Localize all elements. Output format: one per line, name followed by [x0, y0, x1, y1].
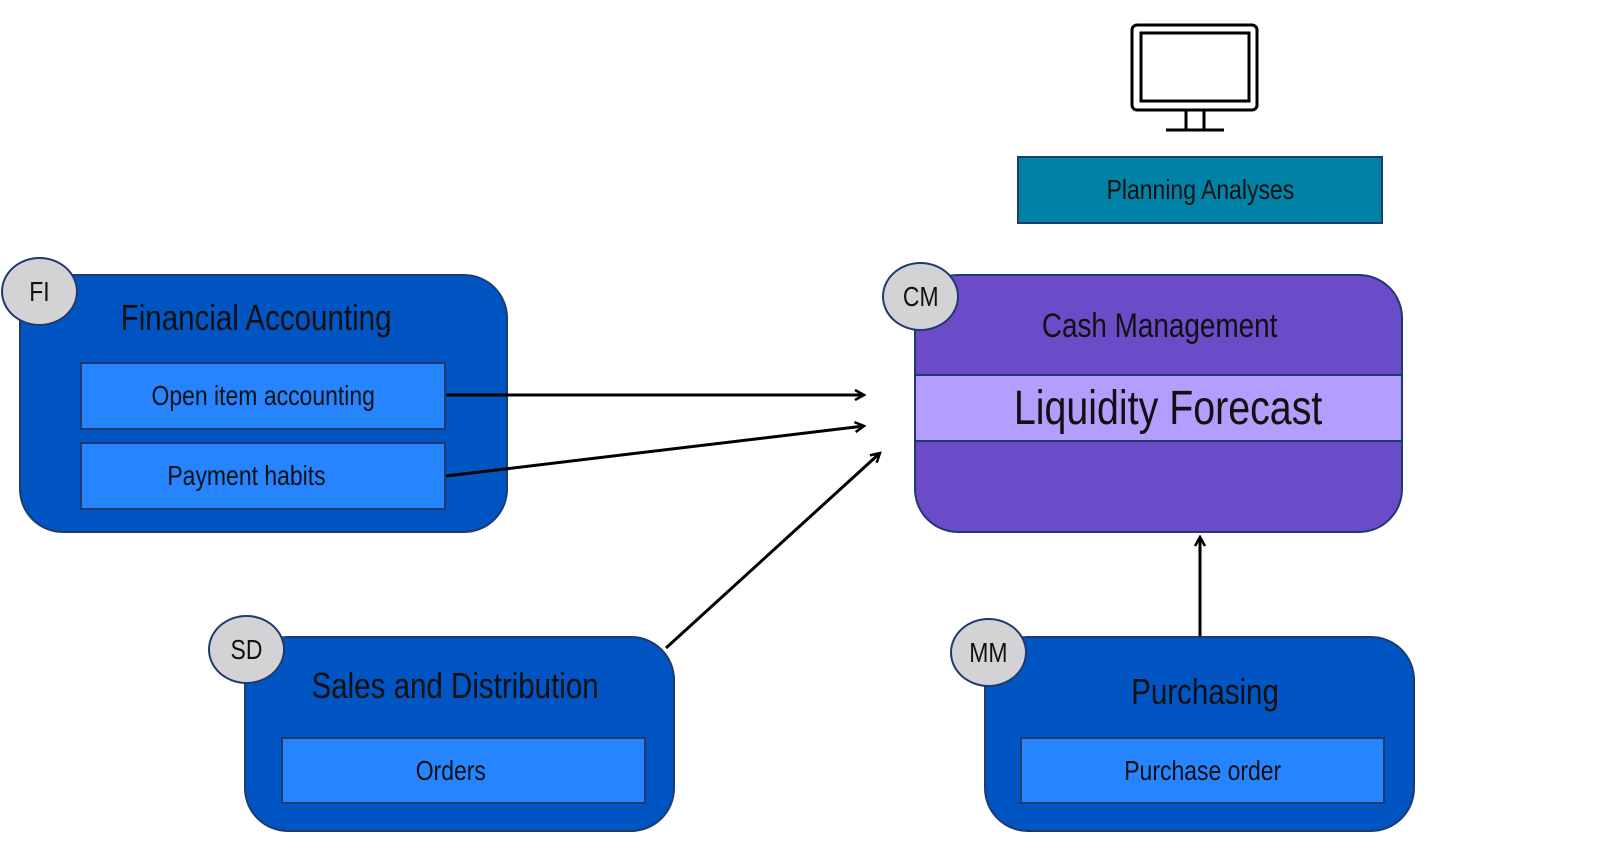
arrow-payment-habits-to-forecast: [445, 426, 864, 478]
connector-arrows: [445, 0, 1600, 650]
arrow-sales-to-forecast: [664, 453, 880, 650]
